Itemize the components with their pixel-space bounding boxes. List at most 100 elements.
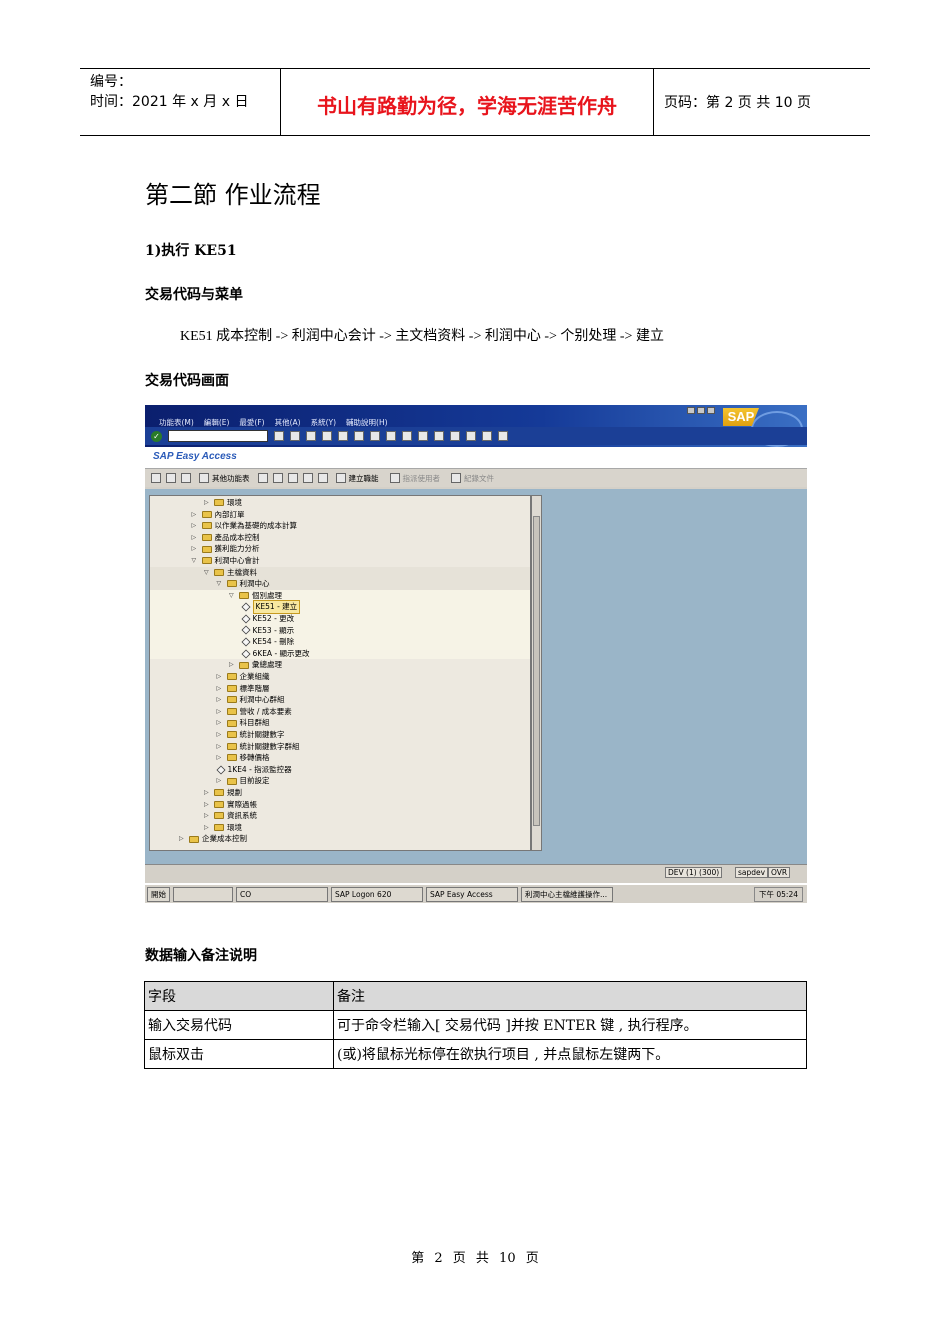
documentation-button[interactable]: 紀錄文件 (448, 473, 497, 484)
first-page-icon[interactable] (386, 431, 396, 441)
collapsed-triangle-icon[interactable]: ▷ (192, 509, 199, 521)
collapsed-triangle-icon[interactable]: ▷ (217, 694, 224, 706)
collapsed-triangle-icon[interactable]: ▷ (217, 706, 224, 718)
tree-item-label: 實際過帳 (227, 799, 257, 809)
tree-folder[interactable]: ▷ 資訊系統 (204, 810, 257, 822)
tree-folder[interactable]: ▷ 科目群組 (217, 717, 270, 729)
tree-folder[interactable]: ▷ 以作業為基礎的成本計算 (192, 520, 298, 532)
expanded-triangle-icon[interactable]: ▽ (217, 578, 224, 590)
command-field[interactable] (168, 430, 268, 442)
collapsed-triangle-icon[interactable]: ▷ (192, 520, 199, 532)
tree-folder[interactable]: ▷ 企業組織 (217, 671, 270, 683)
move-up-icon[interactable] (317, 473, 328, 483)
enter-check-icon[interactable]: ✓ (151, 430, 162, 442)
tree-folder[interactable]: ▷ 規劃 (204, 787, 242, 799)
collapsed-triangle-icon[interactable]: ▷ (217, 683, 224, 695)
last-page-icon[interactable] (434, 431, 444, 441)
collapsed-triangle-icon[interactable]: ▷ (217, 717, 224, 729)
tree-transaction[interactable]: KE54 - 刪除 (240, 636, 294, 648)
tree-folder[interactable]: ▷ 環境 (204, 822, 242, 834)
collapsed-triangle-icon[interactable]: ▷ (204, 799, 211, 811)
cancel-icon[interactable] (322, 431, 332, 441)
tree-transaction[interactable]: KE53 - 顯示 (240, 625, 294, 637)
collapsed-triangle-icon[interactable]: ▷ (204, 810, 211, 822)
collapsed-triangle-icon[interactable]: ▷ (204, 822, 211, 834)
layout-menu-icon[interactable] (498, 431, 508, 441)
tree-folder[interactable]: ▷ 產品成本控制 (192, 532, 260, 544)
expanded-triangle-icon[interactable]: ▽ (192, 555, 199, 567)
task-doc[interactable]: 利潤中心主檔維護操作... (521, 886, 613, 902)
shortcut-icon[interactable] (466, 431, 476, 441)
move-down-icon[interactable] (302, 473, 313, 483)
new-session-icon[interactable] (450, 431, 460, 441)
close-icon[interactable] (707, 407, 715, 414)
tree-folder[interactable]: ▽ 利潤中心會計 (192, 555, 260, 567)
favorites-icon[interactable] (181, 473, 191, 483)
exit-icon[interactable] (306, 431, 316, 441)
start-button[interactable]: 開始 (147, 886, 170, 902)
tree-folder[interactable]: ▷ 企業成本控制 (179, 833, 247, 845)
tree-folder[interactable]: ▷ 目前設定 (217, 775, 270, 787)
collapsed-triangle-icon[interactable]: ▷ (217, 775, 224, 787)
minimize-icon[interactable] (687, 407, 695, 414)
save-icon[interactable] (274, 431, 284, 441)
delete-favorite-icon[interactable] (272, 473, 283, 483)
tree-item-label: 目前設定 (239, 776, 270, 786)
system-info[interactable]: DEV (1) (300) (665, 867, 723, 878)
tree-scrollbar[interactable] (531, 495, 542, 851)
assign-users-button[interactable]: 指派使用者 (387, 473, 444, 484)
other-menu-button[interactable]: 其他功能表 (196, 473, 253, 484)
tree-folder[interactable]: ▷ 移轉價格 (217, 752, 270, 764)
back-icon[interactable] (290, 431, 300, 441)
collapsed-triangle-icon[interactable]: ▷ (204, 497, 211, 509)
tree-folder[interactable]: ▷ 營收 / 成本要素 (217, 706, 292, 718)
quick-launch[interactable] (173, 886, 233, 902)
sap-menu-icon[interactable] (166, 473, 176, 483)
collapsed-triangle-icon[interactable]: ▷ (204, 787, 211, 799)
tree-transaction[interactable]: KE52 - 更改 (240, 613, 294, 625)
tree-transaction[interactable]: 1KE4 - 指派監控器 (215, 764, 292, 776)
tree-item-label: 營收 / 成本要素 (239, 706, 292, 716)
expanded-triangle-icon[interactable]: ▽ (204, 567, 211, 579)
collapsed-triangle-icon[interactable]: ▷ (179, 833, 186, 845)
collapsed-triangle-icon[interactable]: ▷ (217, 729, 224, 741)
next-page-icon[interactable] (418, 431, 428, 441)
print-icon[interactable] (338, 431, 348, 441)
collapsed-triangle-icon[interactable]: ▷ (192, 532, 199, 544)
tree-folder[interactable]: ▷ 實際過帳 (204, 799, 257, 811)
tree-transaction[interactable]: 6KEA - 顯示更改 (240, 648, 310, 660)
tree-folder[interactable]: ▷ 統計關鍵數字群組 (217, 741, 300, 753)
collapsed-triangle-icon[interactable]: ▷ (192, 543, 199, 555)
scroll-thumb[interactable] (533, 516, 540, 826)
tree-folder[interactable]: ▷ 彙總處理 (229, 659, 282, 671)
task-sap-easy-access[interactable]: SAP Easy Access (426, 886, 518, 902)
tree-folder[interactable]: ▷ 統計關鍵數字 (217, 729, 285, 741)
find-next-icon[interactable] (370, 431, 380, 441)
create-role-button[interactable]: 建立職能 (333, 473, 382, 484)
user-menu-icon[interactable] (151, 473, 161, 483)
tree-folder[interactable]: ▷ 內部訂單 (192, 509, 245, 521)
tree-folder[interactable]: ▷ 利潤中心群組 (217, 694, 285, 706)
collapsed-triangle-icon[interactable]: ▷ (217, 671, 224, 683)
expanded-triangle-icon[interactable]: ▽ (229, 590, 236, 602)
collapsed-triangle-icon[interactable]: ▷ (217, 741, 224, 753)
tree-item-label: 資訊系統 (227, 811, 257, 821)
tree-folder[interactable]: ▷ 標準階層 (217, 683, 270, 695)
tree-folder[interactable]: ▷ 獲利能力分析 (192, 543, 260, 555)
help-icon[interactable] (482, 431, 492, 441)
change-favorite-icon[interactable] (287, 473, 298, 483)
add-favorite-icon[interactable] (257, 473, 268, 483)
tree-folder[interactable]: ▽ 主檔資料 (204, 567, 257, 579)
tree-item-label: 企業成本控制 (202, 834, 247, 844)
maximize-icon[interactable] (697, 407, 705, 414)
task-co[interactable]: CO (236, 886, 328, 902)
tree-transaction[interactable]: KE51 - 建立 (240, 600, 301, 614)
tree-folder[interactable]: ▷ 環境 (204, 497, 242, 509)
task-sap-logon[interactable]: SAP Logon 620 (331, 886, 423, 902)
find-icon[interactable] (354, 431, 364, 441)
transaction-icon (215, 765, 226, 775)
prev-page-icon[interactable] (402, 431, 412, 441)
tree-folder[interactable]: ▽ 利潤中心 (217, 578, 270, 590)
collapsed-triangle-icon[interactable]: ▷ (229, 659, 236, 671)
collapsed-triangle-icon[interactable]: ▷ (217, 752, 224, 764)
